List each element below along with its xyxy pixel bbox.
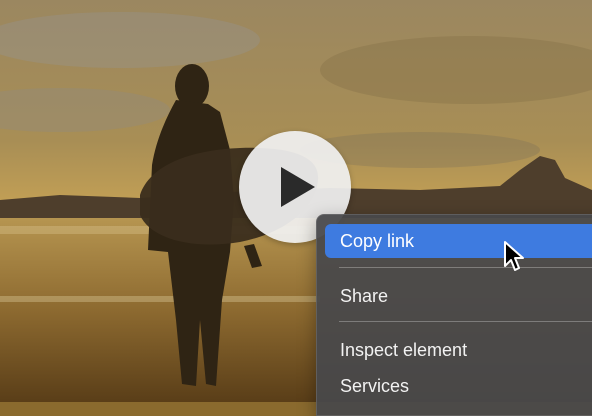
menu-separator	[339, 267, 592, 268]
menu-item-label: Share	[340, 286, 389, 306]
menu-item-label: Services	[340, 376, 410, 396]
menu-item-label: Copy link	[340, 231, 415, 251]
menu-separator	[339, 321, 592, 322]
mouse-pointer-icon	[504, 241, 524, 271]
menu-item-services[interactable]: Services	[325, 369, 592, 403]
menu-item-label: Inspect element	[340, 340, 468, 360]
menu-item-copy-link[interactable]: Copy link	[325, 224, 592, 258]
context-menu: Copy link Share Inspect element Services	[316, 214, 592, 416]
menu-item-inspect-element[interactable]: Inspect element	[325, 333, 592, 367]
menu-item-share[interactable]: Share	[325, 279, 592, 313]
